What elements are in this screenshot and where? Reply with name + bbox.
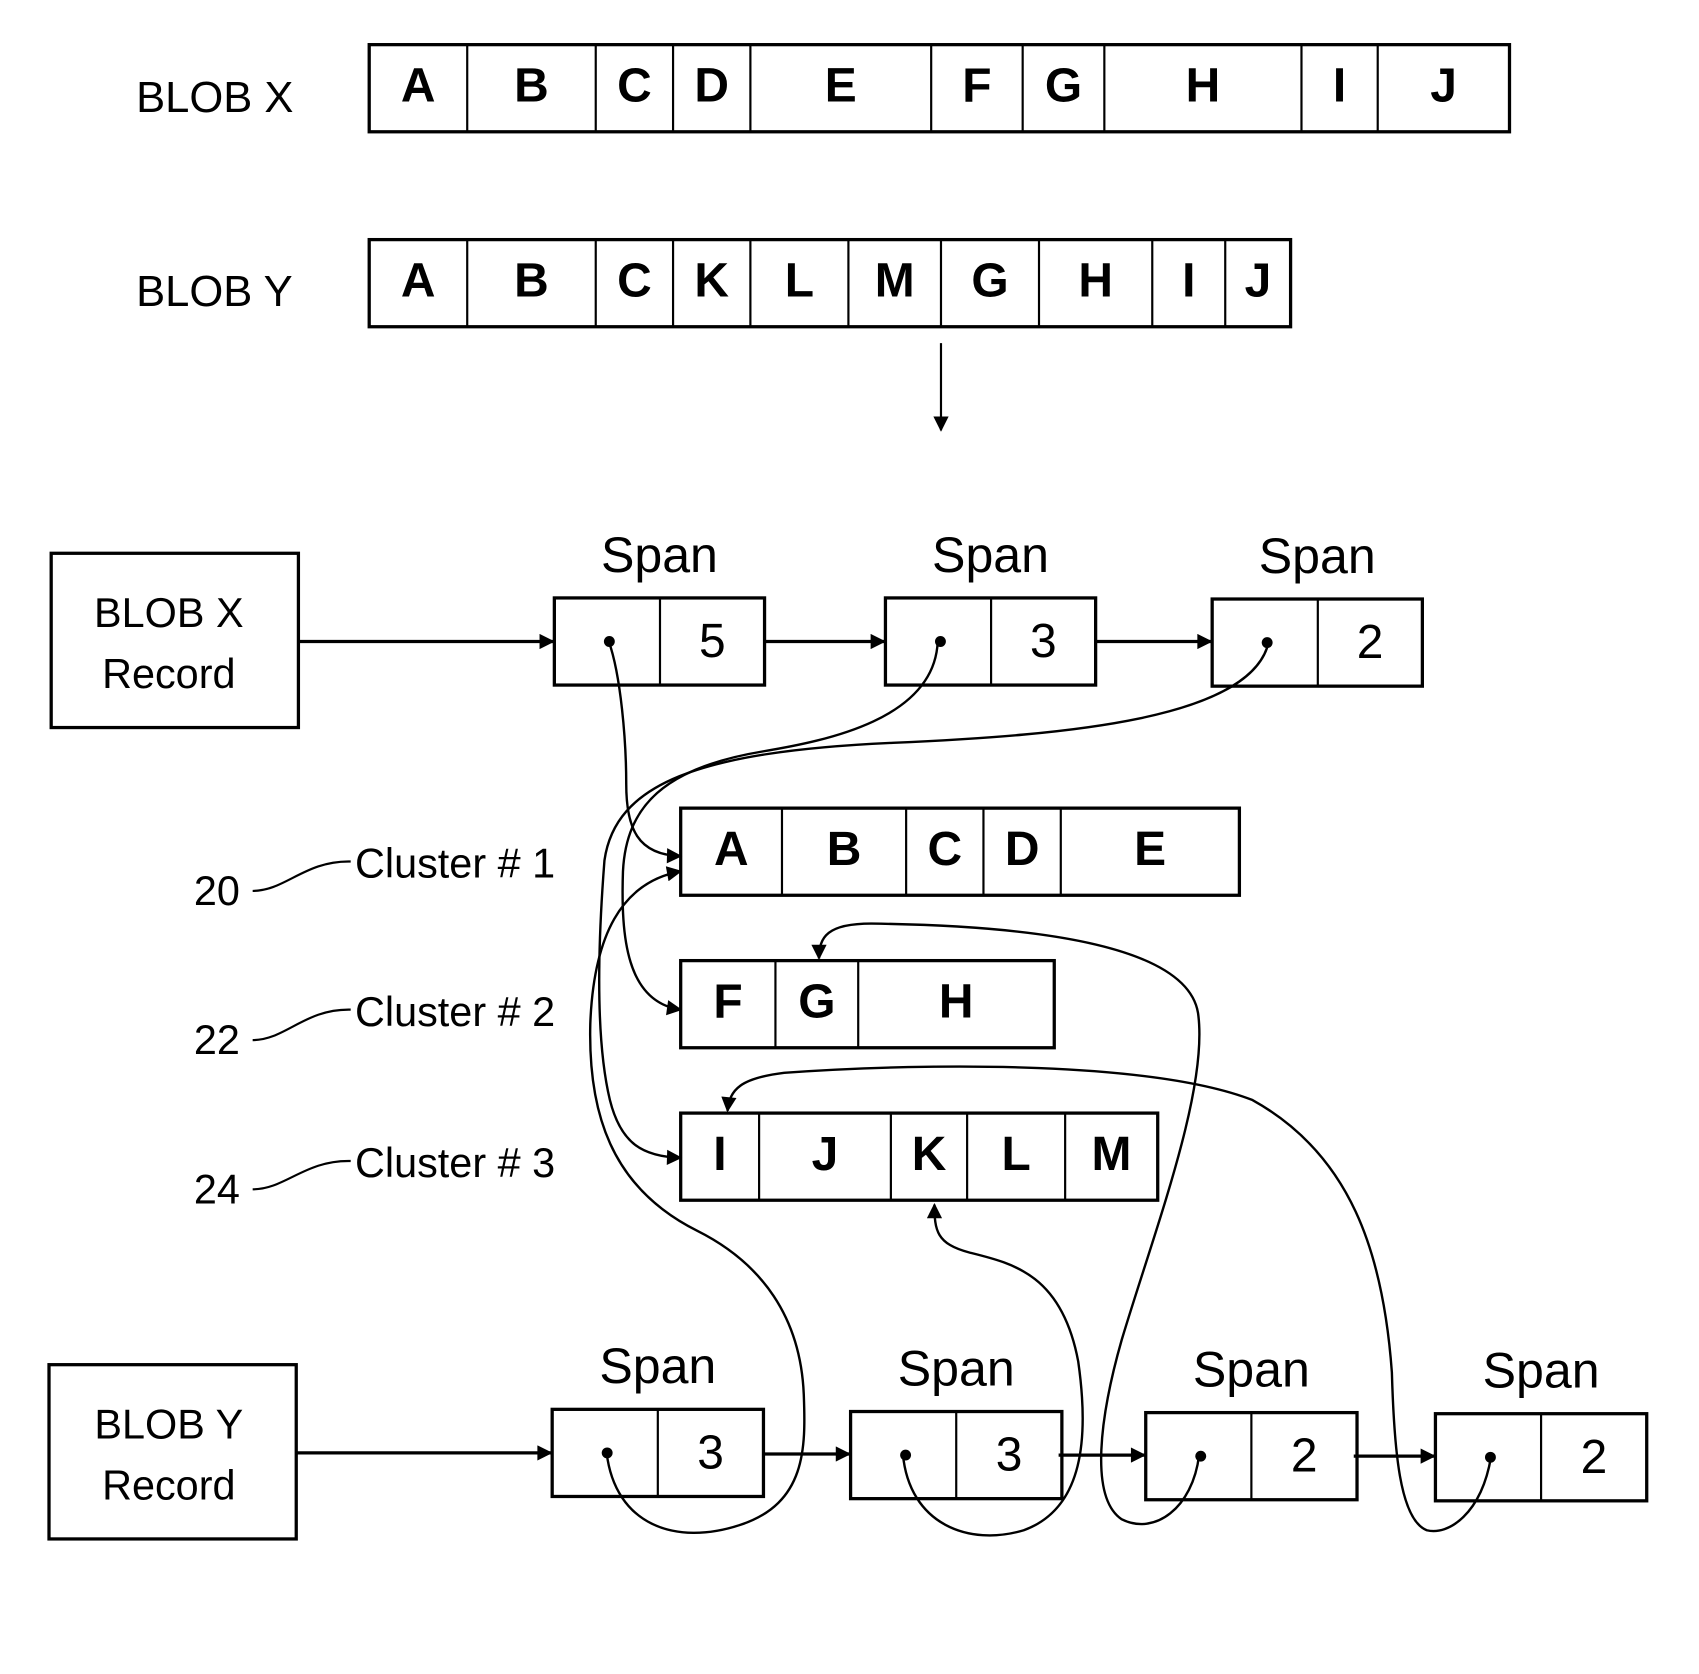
blob-x-cell: H xyxy=(1186,60,1221,113)
span-count: 3 xyxy=(697,1426,724,1479)
cluster-cell: M xyxy=(1091,1128,1131,1181)
blob-y-cell: I xyxy=(1182,254,1195,307)
pointer-dot-icon xyxy=(1195,1450,1207,1462)
blob-y-record-line1: BLOB Y xyxy=(94,1402,243,1448)
cluster-label: Cluster # 1 xyxy=(355,841,555,887)
cluster-ref-number: 20 xyxy=(194,868,240,914)
pointer-curves xyxy=(588,641,1493,1537)
blob-x-cell: E xyxy=(825,60,857,113)
cluster-cell: E xyxy=(1134,823,1166,876)
blob-y-cell: A xyxy=(401,254,436,307)
blob-y-row: BLOB Y A B CK L M G H IJ xyxy=(136,237,1293,329)
blob-y-cell: B xyxy=(514,254,549,307)
blob-x-label: BLOB X xyxy=(136,74,293,122)
blob-y-record-box xyxy=(47,1363,298,1541)
cluster-cell: A xyxy=(714,823,749,876)
span-count: 5 xyxy=(699,615,726,668)
cluster-cell: L xyxy=(1002,1128,1031,1181)
span-title: Span xyxy=(1483,1343,1600,1399)
cluster-3: 24 Cluster # 3 I J K L M xyxy=(194,1111,1160,1212)
span-title: Span xyxy=(599,1338,716,1394)
blob-y-record-line2: Record xyxy=(102,1463,235,1509)
span-count: 2 xyxy=(1357,616,1384,669)
cluster-label: Cluster # 2 xyxy=(355,989,555,1035)
blob-y-cell: H xyxy=(1078,254,1113,307)
blob-x-cell: I xyxy=(1333,60,1346,113)
blob-x-span: Span 2 xyxy=(1210,528,1425,688)
cluster-ref-number: 22 xyxy=(194,1017,240,1063)
blob-y-cell: G xyxy=(971,254,1008,307)
span-title: Span xyxy=(1259,528,1376,584)
cluster-cell: K xyxy=(912,1128,947,1181)
blob-cluster-diagram: BLOB X ABCDEFGHIJ BLOB Y ABCKLMGHIJ BLOB… xyxy=(47,43,1649,1541)
cluster-2: 22 Cluster # 2 F G H xyxy=(194,958,1056,1063)
cluster-label: Cluster # 3 xyxy=(355,1140,555,1186)
span-count: 3 xyxy=(1030,615,1057,668)
cluster-cell: H xyxy=(939,976,974,1029)
blob-x-record-line2: Record xyxy=(102,651,235,697)
blob-y-span: Span 2 xyxy=(1433,1343,1649,1503)
blob-x-cell: G xyxy=(1045,60,1082,113)
cluster-cell: F xyxy=(713,976,742,1029)
blob-y-cell: J xyxy=(1245,254,1272,307)
blob-y-cell: M xyxy=(875,254,915,307)
blob-x-cell: A xyxy=(401,60,436,113)
reference-leader-line xyxy=(252,1008,351,1042)
blob-x-record-line1: BLOB X xyxy=(94,590,243,636)
blob-x-cell: C xyxy=(617,60,652,113)
blob-x-cell: J xyxy=(1430,60,1457,113)
blob-y-span: Span 3 xyxy=(550,1338,766,1499)
cluster-ref-number: 24 xyxy=(194,1166,240,1212)
cluster-cell: B xyxy=(827,823,862,876)
span-title: Span xyxy=(1193,1341,1310,1397)
cluster-cell: D xyxy=(1005,823,1040,876)
blob-x-cell: F xyxy=(962,60,991,113)
blob-x-cell: D xyxy=(694,60,729,113)
cluster-cell: I xyxy=(713,1128,726,1181)
span-title: Span xyxy=(898,1340,1015,1396)
span-count: 2 xyxy=(1291,1430,1318,1483)
cluster-cell: C xyxy=(927,823,962,876)
blob-x-cell: B xyxy=(514,60,549,113)
blob-x-span: Span 5 xyxy=(552,527,767,687)
blob-y-span: Span 2 xyxy=(1144,1341,1359,1502)
blob-x-row: BLOB X A B CD E F G H I J xyxy=(136,43,1512,134)
blob-x-record: BLOB X Record xyxy=(49,551,301,730)
blob-y-label: BLOB Y xyxy=(136,268,293,316)
blob-y-cell: K xyxy=(694,254,729,307)
blob-y-record: BLOB Y Record xyxy=(47,1363,298,1541)
cluster-cell: J xyxy=(812,1128,839,1181)
span-count: 2 xyxy=(1581,1431,1608,1484)
blob-y-cell: L xyxy=(785,254,814,307)
blob-x-record-box xyxy=(49,551,301,730)
blob-x-span: Span 3 xyxy=(883,527,1098,687)
reference-leader-line xyxy=(252,1159,351,1191)
cluster-cell: G xyxy=(798,976,835,1029)
cluster-1: 20 Cluster # 1 A B CD E xyxy=(194,806,1242,914)
blob-y-span: Span 3 xyxy=(848,1340,1064,1501)
span-title: Span xyxy=(601,527,718,583)
span-count: 3 xyxy=(996,1429,1023,1482)
reference-leader-line xyxy=(252,860,351,893)
blob-y-cell: C xyxy=(617,254,652,307)
span-title: Span xyxy=(932,527,1049,583)
